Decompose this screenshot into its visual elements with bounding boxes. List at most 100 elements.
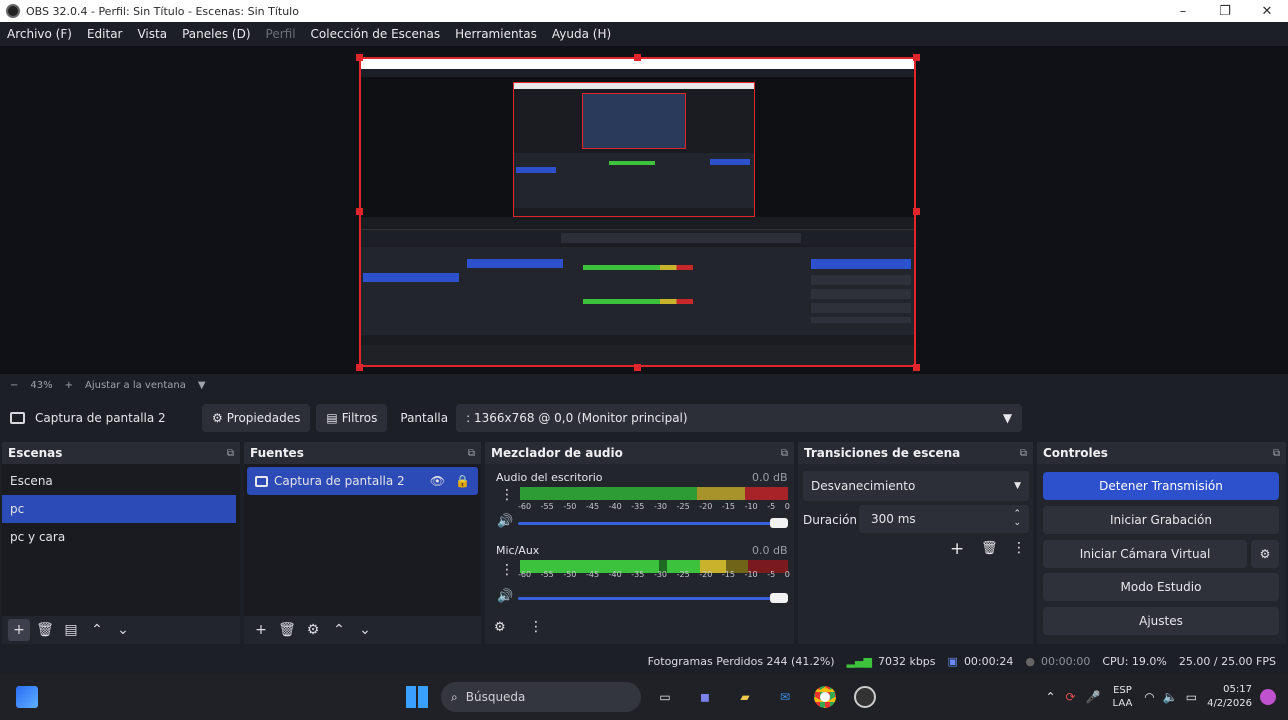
handle-tl[interactable] [356,54,363,61]
speaker-icon[interactable]: 🔈 [1163,690,1178,704]
task-view-icon[interactable]: ▭ [650,682,680,712]
menu-archivo[interactable]: Archivo (F) [7,27,72,41]
meter-tick: -45 [585,570,600,579]
virtual-camera-button[interactable]: Iniciar Cámara Virtual [1043,540,1247,568]
menu-ayuda[interactable]: Ayuda (H) [552,27,611,41]
undock-icon[interactable]: ⧉ [1020,448,1027,459]
notification-badge[interactable] [1260,689,1276,705]
ticks-desktop: -60 -55 -50 -45 -40 -35 -30 -25 -20 -15 -10 -5 0 [518,502,790,511]
zoom-in-button[interactable]: + [65,380,73,391]
widgets-icon[interactable] [12,682,42,712]
volume-slider-desktop[interactable] [518,518,788,528]
move-down-icon[interactable]: ⌄ [112,619,134,641]
remove-source-icon[interactable]: 🗑 [276,619,298,641]
source-properties-icon[interactable]: ⚙ [302,619,324,641]
spin-arrows-icon[interactable]: ⌃ ⌄ [1013,510,1021,528]
volume-icon[interactable]: 🔊 [497,589,513,604]
transition-menu-icon[interactable]: ⋮ [1012,540,1026,556]
properties-button[interactable]: ⚙ Propiedades [202,404,311,432]
chrome-icon[interactable] [810,682,840,712]
source-item[interactable]: Captura de pantalla 2 👁 🔒 [247,467,478,495]
nested-inner-docks [514,153,754,208]
mail-icon[interactable]: ✉ [770,682,800,712]
duration-value: 300 ms [871,512,916,526]
scene-item-pc[interactable]: pc [2,495,236,523]
move-down-icon[interactable]: ⌄ [354,619,376,641]
handle-ml[interactable] [356,208,363,215]
virtual-camera-settings-button[interactable]: ⚙ [1251,540,1279,568]
clock[interactable]: 05:17 4/2/2026 [1207,683,1252,711]
handle-bl[interactable] [356,364,363,371]
volume-slider-mic[interactable] [518,593,788,603]
add-transition-icon[interactable]: + [950,539,964,559]
channel-menu-icon[interactable]: ⋮ [500,562,514,578]
handle-bc[interactable] [634,364,641,371]
advanced-audio-icon[interactable]: ⚙ [494,620,506,635]
channel-db-desktop: 0.0 dB [752,471,788,484]
display-select[interactable]: : 1366x768 @ 0,0 (Monitor principal) ▼ [456,404,1023,432]
menu-paneles[interactable]: Paneles (D) [182,27,250,41]
slider-knob[interactable] [770,518,788,528]
nested-menubar-dark [361,69,914,77]
duration-input[interactable]: 300 ms ⌃ ⌄ [859,505,1029,533]
mic-icon[interactable]: 🎤 [1086,690,1101,704]
stop-stream-button[interactable]: Detener Transmisión [1043,472,1279,500]
zoom-out-button[interactable]: − [10,380,18,391]
file-explorer-icon[interactable]: ▰ [730,682,760,712]
move-up-icon[interactable]: ⌃ [86,619,108,641]
add-source-icon[interactable]: + [250,619,272,641]
start-recording-button[interactable]: Iniciar Grabación [1043,506,1279,534]
wifi-icon[interactable]: ◠ [1144,690,1154,704]
preview-canvas[interactable] [359,57,916,367]
volume-icon[interactable]: 🔊 [497,514,513,529]
eye-icon[interactable]: 👁 [430,474,445,488]
add-scene-icon[interactable]: + [8,619,30,641]
slider-knob[interactable] [770,593,788,603]
close-button[interactable]: ✕ [1246,0,1288,22]
lock-icon[interactable]: 🔒 [455,474,470,488]
menu-editar[interactable]: Editar [87,27,123,41]
chevron-down-icon: ▼ [1014,481,1021,491]
restore-button[interactable]: ❐ [1204,0,1246,22]
menu-herramientas[interactable]: Herramientas [455,27,537,41]
mixer-menu-icon[interactable]: ⋮ [529,619,543,635]
menu-coleccion-escenas[interactable]: Colección de Escenas [311,27,441,41]
windows-start-icon[interactable] [402,682,432,712]
sync-icon[interactable]: ⟳ [1066,690,1076,704]
battery-icon[interactable]: ▭ [1186,690,1197,704]
meter-yellow [696,487,746,500]
handle-br[interactable] [913,364,920,371]
scene-item-pc-y-cara[interactable]: pc y cara [2,523,240,551]
undock-icon[interactable]: ⧉ [468,448,475,459]
display-label: Pantalla [400,411,449,425]
studio-mode-button[interactable]: Modo Estudio [1043,573,1279,601]
obs-taskbar-icon[interactable] [850,682,880,712]
undock-icon[interactable]: ⧉ [1273,448,1280,459]
minimize-button[interactable]: – [1162,0,1204,22]
transition-select[interactable]: Desvanecimiento ▼ [803,471,1029,501]
remove-transition-icon[interactable]: 🗑 [981,541,998,556]
filters-button[interactable]: ▤ Filtros [316,404,388,432]
meter-tick: -60 [518,570,532,579]
remove-scene-icon[interactable]: 🗑 [34,619,56,641]
settings-button[interactable]: Ajustes [1043,607,1279,635]
scene-item-escena[interactable]: Escena [2,467,240,495]
tray-chevron-icon[interactable]: ⌃ [1045,690,1055,704]
window-title: OBS 32.0.4 - Perfil: Sin Título - Escena… [26,4,299,18]
channel-menu-icon[interactable]: ⋮ [500,487,514,503]
teams-icon[interactable]: ◼ [690,682,720,712]
handle-mr[interactable] [913,208,920,215]
menu-vista[interactable]: Vista [137,27,167,41]
scenes-dock: Escenas ⧉ Escena pc pc y cara + 🗑 ▤ ⌃ ⌄ [2,442,240,644]
scene-filters-icon[interactable]: ▤ [60,619,82,641]
zoom-dropdown-icon[interactable]: ▼ [198,380,206,391]
taskbar-search-box[interactable]: ⌕ Búsqueda [441,682,641,712]
language-indicator[interactable]: ESP LAA [1113,684,1133,710]
undock-icon[interactable]: ⧉ [227,448,234,459]
handle-tc[interactable] [634,54,641,61]
meter-tick: -25 [676,570,690,579]
undock-icon[interactable]: ⧉ [781,448,788,459]
handle-tr[interactable] [913,54,920,61]
channel-name-mic: Mic/Aux [496,544,540,557]
move-up-icon[interactable]: ⌃ [328,619,350,641]
